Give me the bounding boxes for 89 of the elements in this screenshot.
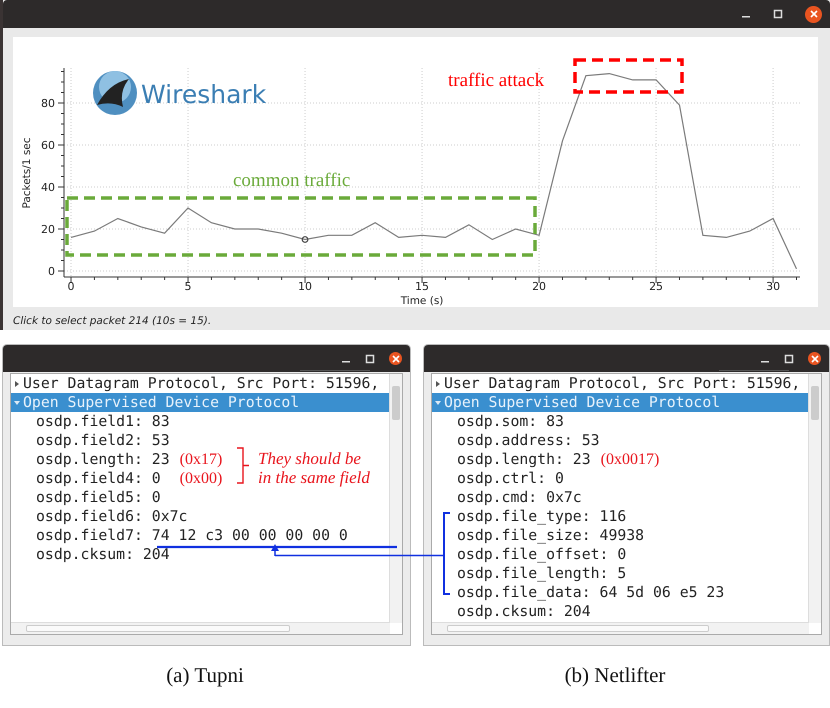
annotation-comment: They should be in the same field xyxy=(258,449,370,488)
tree-row[interactable]: osdp.field1: 83 xyxy=(11,412,170,431)
tick-label: 60 xyxy=(41,139,55,152)
annotation-label: traffic attack xyxy=(448,70,544,91)
protocol-label: User Datagram Protocol, Src Port: 51596, xyxy=(444,376,800,391)
field-label: osdp.file_type: 116 xyxy=(457,509,626,524)
tree-row[interactable]: osdp.length: 23 (0x17) xyxy=(11,450,222,469)
tree-row[interactable]: User Datagram Protocol, Src Port: 51596, xyxy=(432,374,800,393)
tree-row[interactable]: osdp.field4: 0 (0x00) xyxy=(11,469,222,488)
tree-row[interactable]: osdp.cksum: 204 xyxy=(11,545,170,564)
tree-row[interactable]: osdp.field6: 0x7c xyxy=(11,507,188,526)
tick-label: 20 xyxy=(41,223,55,236)
tree-row[interactable]: osdp.file_data: 64 5d 06 e5 23 xyxy=(432,583,724,602)
expand-arrow-icon[interactable] xyxy=(14,380,20,386)
selected-point-marker[interactable] xyxy=(302,236,308,243)
maximize-icon[interactable] xyxy=(773,9,783,19)
field-label: osdp.cmd: 0x7c xyxy=(457,490,582,505)
close-icon xyxy=(392,354,400,362)
field-label: osdp.cksum: 204 xyxy=(457,604,591,619)
tick-label: 5 xyxy=(184,280,192,293)
annotation-label: common traffic xyxy=(233,170,350,191)
field-label: osdp.file_length: 5 xyxy=(457,566,626,581)
field-label: osdp.cksum: 204 xyxy=(36,547,170,562)
field-label: osdp.field4: 0 xyxy=(36,471,162,486)
tree-row[interactable]: osdp.file_offset: 0 xyxy=(432,545,626,564)
field-label: osdp.som: 83 xyxy=(457,414,564,429)
vertical-scrollbar[interactable] xyxy=(808,374,821,623)
tree-row[interactable]: osdp.field5: 0 xyxy=(11,488,161,507)
tree-row[interactable]: User Datagram Protocol, Src Port: 51596, xyxy=(11,374,380,393)
tree-row[interactable]: osdp.cksum: 204 xyxy=(432,602,591,621)
field-label: osdp.file_offset: 0 xyxy=(457,547,626,562)
tree-row[interactable]: osdp.file_type: 116 xyxy=(432,507,626,526)
maximize-icon[interactable] xyxy=(784,354,794,364)
tree-row[interactable]: osdp.file_length: 5 xyxy=(432,564,626,583)
brace-icon xyxy=(236,447,250,485)
field-label: osdp.field5: 0 xyxy=(36,490,161,505)
field-label: osdp.file_size: 49938 xyxy=(457,528,644,543)
close-button[interactable] xyxy=(389,352,402,365)
collapse-arrow-icon[interactable] xyxy=(435,400,441,406)
tick-label: 10 xyxy=(298,280,312,293)
field-label: osdp.address: 53 xyxy=(457,433,600,448)
close-icon xyxy=(810,10,818,18)
field-label: osdp.file_data: 64 5d 06 e5 23 xyxy=(457,585,724,600)
protocol-label: Open Supervised Device Protocol xyxy=(444,395,720,410)
logo-text: Wireshark xyxy=(141,80,266,109)
close-button[interactable] xyxy=(805,6,822,22)
field-label: osdp.field1: 83 xyxy=(36,414,170,429)
tick-label: 80 xyxy=(41,97,55,110)
tree-row[interactable]: osdp.cmd: 0x7c xyxy=(432,488,582,507)
bracket-icon xyxy=(443,512,450,595)
field-label: osdp.length: 23 xyxy=(457,452,591,467)
tree-row[interactable]: osdp.field7: 74 12 c3 00 00 00 00 0 xyxy=(11,526,348,545)
collapse-arrow-icon[interactable] xyxy=(14,400,20,406)
tick-label: 20 xyxy=(532,280,546,293)
tree-row[interactable]: osdp.length: 23 (0x0017) xyxy=(432,450,660,469)
field-label: osdp.field7: 74 12 c3 00 00 00 00 0 xyxy=(36,528,348,543)
tick-label: 0 xyxy=(48,265,55,278)
figure-caption: (a) Tupni xyxy=(166,663,244,687)
protocol-label: Open Supervised Device Protocol xyxy=(23,395,300,410)
field-label: osdp.field2: 53 xyxy=(36,433,170,448)
tree-row[interactable]: osdp.ctrl: 0 xyxy=(432,469,564,488)
tick-label: 25 xyxy=(649,280,664,293)
protocol-label: User Datagram Protocol, Src Port: 51596, xyxy=(23,376,380,391)
tree-row[interactable]: osdp.field2: 53 xyxy=(11,431,170,450)
tree-row[interactable]: osdp.som: 83 xyxy=(432,412,564,431)
axis-title: Packets/1 sec xyxy=(21,137,33,209)
logo-icon xyxy=(93,71,137,115)
field-label: osdp.ctrl: 0 xyxy=(457,471,564,486)
tick-label: 15 xyxy=(415,280,430,293)
close-button[interactable] xyxy=(808,352,821,365)
tick-label: 0 xyxy=(68,280,75,293)
status-text: Click to select packet 214 (10s = 15). xyxy=(13,314,212,327)
horizontal-scrollbar[interactable] xyxy=(11,622,390,634)
field-label: osdp.length: 23 xyxy=(36,452,170,467)
maximize-icon[interactable] xyxy=(365,354,375,364)
tick-label: 40 xyxy=(41,181,55,194)
horizontal-scrollbar[interactable] xyxy=(432,622,809,634)
figure-caption: (b) Netlifter xyxy=(564,663,666,687)
axis-title: Time (s) xyxy=(400,295,444,307)
hex-note: (0x00) xyxy=(180,470,222,488)
vertical-scrollbar[interactable] xyxy=(389,374,402,623)
expand-arrow-icon[interactable] xyxy=(435,380,441,386)
tree-row[interactable]: osdp.address: 53 xyxy=(432,431,600,450)
hex-note: (0x17) xyxy=(180,450,222,468)
close-icon xyxy=(810,354,818,362)
field-label: osdp.field6: 0x7c xyxy=(36,509,188,524)
hex-note: (0x0017) xyxy=(600,450,660,468)
tree-row[interactable]: osdp.file_size: 49938 xyxy=(432,526,644,545)
tick-label: 30 xyxy=(766,280,780,293)
